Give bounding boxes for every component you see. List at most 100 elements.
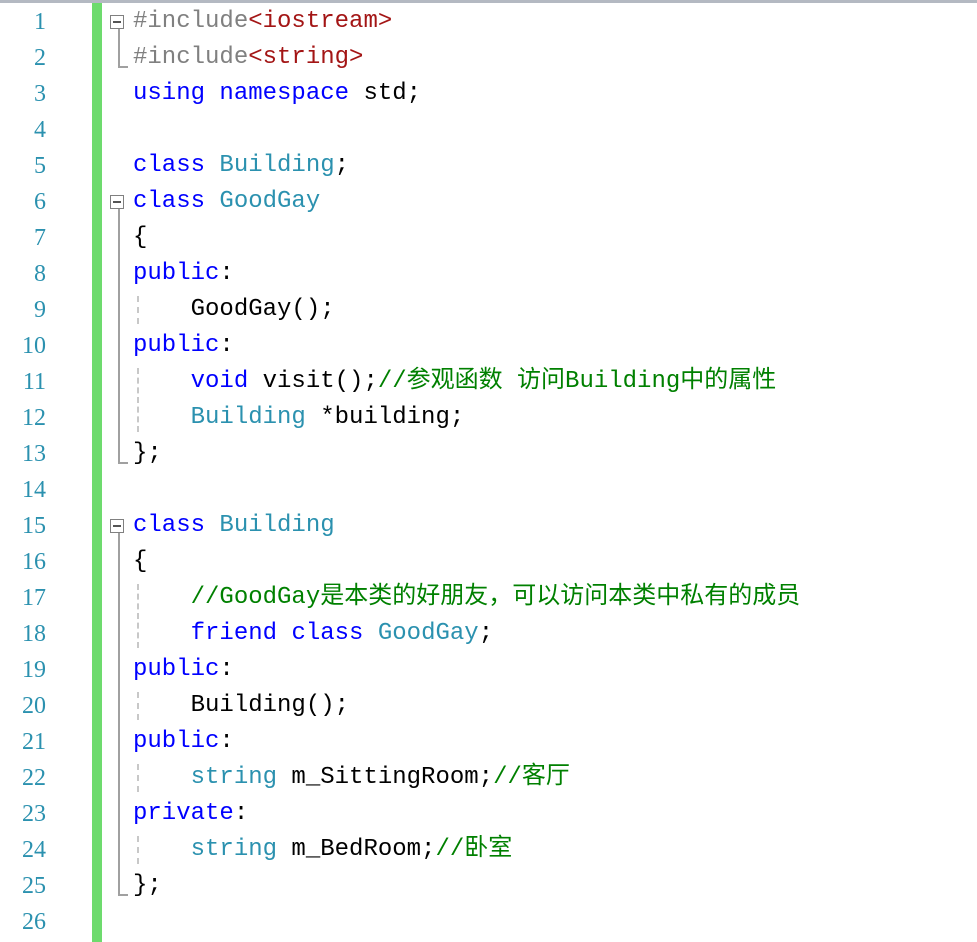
line-number: 23 (22, 801, 46, 827)
code-token: ; (334, 152, 350, 179)
code-token: Building (190, 404, 306, 431)
code-token: m_SittingRoom; (277, 764, 494, 791)
code-token: //参观函数 访问Building中的属性 (377, 368, 777, 395)
fold-collapse-icon[interactable] (110, 519, 124, 533)
code-line[interactable]: 22 string m_SittingRoom;//客厅 (0, 760, 977, 796)
code-line[interactable]: 3 using namespace std; (0, 76, 977, 112)
code-text: public: (133, 724, 234, 760)
code-token: ; (478, 620, 494, 647)
line-number: 9 (34, 297, 46, 323)
code-token: public (133, 260, 220, 287)
code-line[interactable]: 25}; (0, 868, 977, 904)
code-line[interactable]: 9 GoodGay(); (0, 292, 977, 328)
line-number: 22 (22, 765, 46, 791)
code-token: public (133, 332, 220, 359)
code-line[interactable]: 18 friend class GoodGay; (0, 616, 977, 652)
code-line[interactable]: 5 class Building; (0, 148, 977, 184)
code-token: m_BedRoom; (277, 836, 436, 863)
indent-guide (137, 836, 139, 864)
code-token: : (219, 656, 234, 683)
code-token: { (133, 224, 148, 251)
code-text: public: (133, 256, 234, 292)
code-line[interactable]: 17 //GoodGay是本类的好朋友，可以访问本类中私有的成员 (0, 580, 977, 616)
code-line[interactable]: 13}; (0, 436, 977, 472)
code-line[interactable]: 26 (0, 904, 977, 940)
code-token: class (133, 152, 206, 179)
code-token: Building(); (133, 692, 350, 719)
code-token: void (190, 368, 249, 395)
code-text: //GoodGay是本类的好朋友，可以访问本类中私有的成员 (133, 580, 801, 616)
indent-guide (137, 764, 139, 792)
code-line[interactable]: 7{ (0, 220, 977, 256)
line-number: 16 (22, 549, 46, 575)
code-line[interactable]: 2 #include<string> (0, 40, 977, 76)
fold-collapse-icon[interactable] (110, 195, 124, 209)
code-token: #include (133, 44, 249, 71)
code-line[interactable]: 20 Building(); (0, 688, 977, 724)
line-number: 20 (22, 693, 46, 719)
line-number: 1 (34, 9, 46, 35)
code-text: string m_BedRoom;//卧室 (133, 832, 513, 868)
line-number: 11 (22, 369, 46, 395)
code-line[interactable]: 4 (0, 112, 977, 148)
code-line[interactable]: 1 #include<iostream> (0, 4, 977, 40)
line-number: 7 (34, 225, 46, 251)
code-line[interactable]: 16 { (0, 544, 977, 580)
indent-guide (137, 692, 139, 720)
code-text: Building(); (133, 688, 349, 724)
code-token: Building (219, 152, 335, 179)
fold-region-end (118, 66, 128, 68)
code-text: friend class GoodGay; (133, 616, 493, 652)
code-text: public: (133, 652, 234, 688)
code-line[interactable]: 21 public: (0, 724, 977, 760)
code-token: string (190, 764, 278, 791)
code-token: visit(); (248, 368, 378, 395)
code-text: #include<string> (133, 40, 363, 76)
code-token: GoodGay(); (133, 296, 335, 323)
code-token: //GoodGay是本类的好朋友，可以访问本类中私有的成员 (190, 584, 801, 611)
code-text: using namespace std; (133, 76, 421, 112)
code-text: class Building; (133, 148, 349, 184)
line-number: 8 (34, 261, 46, 287)
code-token: class (133, 512, 206, 539)
code-text: string m_SittingRoom;//客厅 (133, 760, 570, 796)
code-line[interactable]: 15 class Building (0, 508, 977, 544)
code-line[interactable]: 19 public: (0, 652, 977, 688)
code-line[interactable]: 23 private: (0, 796, 977, 832)
line-number: 13 (22, 441, 46, 467)
code-line[interactable]: 10 public: (0, 328, 977, 364)
code-token: <iostream> (248, 8, 393, 35)
code-text: Building *building; (133, 400, 465, 436)
line-number: 26 (22, 909, 46, 935)
code-text: }; (133, 868, 162, 904)
code-token: GoodGay (377, 620, 479, 647)
line-number: 4 (34, 117, 46, 143)
code-line[interactable]: 24 string m_BedRoom;//卧室 (0, 832, 977, 868)
code-line[interactable]: 12 Building *building; (0, 400, 977, 436)
code-token: using (133, 80, 206, 107)
line-number: 17 (22, 585, 46, 611)
code-token: Building (219, 512, 335, 539)
code-text: private: (133, 796, 248, 832)
fold-region-line (118, 533, 120, 894)
code-line[interactable]: 11 void visit();//参观函数 访问Building中的属性 (0, 364, 977, 400)
code-token: GoodGay (219, 188, 321, 215)
code-token: { (133, 548, 148, 575)
code-line[interactable]: 8 public: (0, 256, 977, 292)
indent-guide (137, 368, 139, 432)
code-token: }; (133, 440, 162, 467)
line-number: 24 (22, 837, 46, 863)
line-number: 19 (22, 657, 46, 683)
code-token: string (190, 836, 278, 863)
code-token: <string> (248, 44, 364, 71)
code-line[interactable]: 14 (0, 472, 977, 508)
code-line[interactable]: 6 class GoodGay (0, 184, 977, 220)
line-number: 2 (34, 45, 46, 71)
fold-collapse-icon[interactable] (110, 15, 124, 29)
